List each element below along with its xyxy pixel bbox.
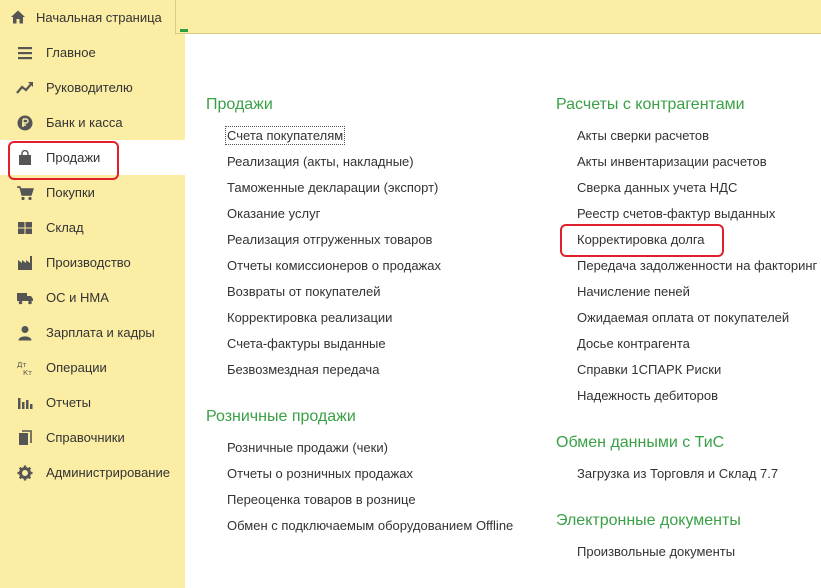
link-customer-returns[interactable]: Возвраты от покупателей — [227, 284, 381, 299]
home-icon — [10, 9, 26, 25]
active-tab-indicator — [180, 29, 188, 32]
sidebar-item-label: Зарплата и кадры — [46, 325, 155, 340]
tab-home[interactable]: Начальная страница — [0, 0, 176, 34]
sidebar-item-salary[interactable]: Зарплата и кадры — [0, 315, 185, 350]
sidebar-item-label: Склад — [46, 220, 84, 235]
sidebar-item-reports[interactable]: Отчеты — [0, 385, 185, 420]
sidebar-item-main[interactable]: Главное — [0, 35, 185, 70]
sidebar-item-label: Покупки — [46, 185, 95, 200]
sidebar-item-label: Справочники — [46, 430, 125, 445]
sidebar-item-label: Банк и касса — [46, 115, 123, 130]
trend-up-icon — [16, 79, 34, 97]
link-debtor-reliability[interactable]: Надежность дебиторов — [577, 388, 718, 403]
link-counterparty-dossier[interactable]: Досье контрагента — [577, 336, 690, 351]
link-vat-reconciliation[interactable]: Сверка данных учета НДС — [577, 180, 737, 195]
shopping-cart-icon — [16, 184, 34, 202]
link-arbitrary-documents[interactable]: Произвольные документы — [577, 544, 735, 559]
link-retail-revaluation[interactable]: Переоценка товаров в рознице — [227, 492, 416, 507]
books-icon — [16, 429, 34, 447]
link-offline-exchange[interactable]: Обмен с подключаемым оборудованием Offli… — [227, 518, 513, 533]
link-customer-invoices[interactable]: Счета покупателям — [224, 126, 346, 145]
link-expected-payment[interactable]: Ожидаемая оплата от покупателей — [577, 310, 789, 325]
section-panel: Продажи Счета покупателям Реализация (ак… — [185, 34, 821, 588]
sidebar-item-bank[interactable]: Банк и касса — [0, 105, 185, 140]
link-free-transfer[interactable]: Безвозмездная передача — [227, 362, 379, 377]
bar-chart-icon — [16, 394, 34, 412]
link-factoring[interactable]: Передача задолженности на факторинг — [577, 258, 817, 273]
sidebar-item-fixed-assets[interactable]: ОС и НМА — [0, 280, 185, 315]
link-inventory-acts[interactable]: Акты инвентаризации расчетов — [577, 154, 767, 169]
link-sales-correction[interactable]: Корректировка реализации — [227, 310, 392, 325]
sidebar-item-label: Отчеты — [46, 395, 91, 410]
link-load-from-tis[interactable]: Загрузка из Торговля и Склад 7.7 — [577, 466, 778, 481]
sidebar-item-warehouse[interactable]: Склад — [0, 210, 185, 245]
svg-text:Дт: Дт — [17, 361, 27, 369]
truck-icon — [16, 289, 34, 307]
menu-lines-icon — [16, 44, 34, 62]
person-icon — [16, 324, 34, 342]
link-sales-acts[interactable]: Реализация (акты, накладные) — [227, 154, 414, 169]
sidebar-item-administration[interactable]: Администрирование — [0, 455, 185, 490]
sidebar-item-directories[interactable]: Справочники — [0, 420, 185, 455]
warehouse-grid-icon — [16, 219, 34, 237]
svg-text:Кт: Кт — [23, 369, 32, 376]
link-shipped-goods[interactable]: Реализация отгруженных товаров — [227, 232, 432, 247]
tab-home-label: Начальная страница — [36, 9, 162, 25]
sidebar-item-label: Администрирование — [46, 465, 170, 480]
link-issued-invoices[interactable]: Счета-фактуры выданные — [227, 336, 386, 351]
sidebar-item-production[interactable]: Производство — [0, 245, 185, 280]
sidebar-item-label: Руководителю — [46, 80, 133, 95]
tab-bar: Начальная страница — [0, 0, 821, 34]
sidebar-item-label: Производство — [46, 255, 131, 270]
link-retail-receipts[interactable]: Розничные продажи (чеки) — [227, 440, 388, 455]
sidebar-item-label: Главное — [46, 45, 96, 60]
sidebar-item-purchases[interactable]: Покупки — [0, 175, 185, 210]
section-title-retail: Розничные продажи — [206, 408, 356, 425]
link-penalties[interactable]: Начисление пеней — [577, 284, 690, 299]
section-title-exchange: Обмен данными с ТиС — [556, 434, 725, 451]
sidebar: Главное Руководителю Банк и касса Продаж… — [0, 34, 185, 588]
sidebar-item-label: Операции — [46, 360, 107, 375]
link-invoice-register[interactable]: Реестр счетов-фактур выданных — [577, 206, 775, 221]
highlight-frame-debt-correction — [560, 224, 724, 257]
highlight-frame-sidebar — [8, 141, 119, 180]
sidebar-item-operations[interactable]: Дт Кт Операции — [0, 350, 185, 385]
link-reconciliation-acts[interactable]: Акты сверки расчетов — [577, 128, 709, 143]
link-services[interactable]: Оказание услуг — [227, 206, 320, 221]
sidebar-item-label: ОС и НМА — [46, 290, 109, 305]
link-commission-reports[interactable]: Отчеты комиссионеров о продажах — [227, 258, 441, 273]
debit-credit-icon: Дт Кт — [16, 359, 34, 377]
link-retail-reports[interactable]: Отчеты о розничных продажах — [227, 466, 413, 481]
gear-icon — [16, 464, 34, 482]
section-title-edocs: Электронные документы — [556, 512, 741, 529]
ruble-coin-icon — [16, 114, 34, 132]
factory-icon — [16, 254, 34, 272]
link-customs-declarations[interactable]: Таможенные декларации (экспорт) — [227, 180, 438, 195]
section-title-settlements: Расчеты с контрагентами — [556, 96, 745, 113]
section-title-sales: Продажи — [206, 96, 273, 113]
sidebar-item-manager[interactable]: Руководителю — [0, 70, 185, 105]
link-spark-risks[interactable]: Справки 1СПАРК Риски — [577, 362, 721, 377]
